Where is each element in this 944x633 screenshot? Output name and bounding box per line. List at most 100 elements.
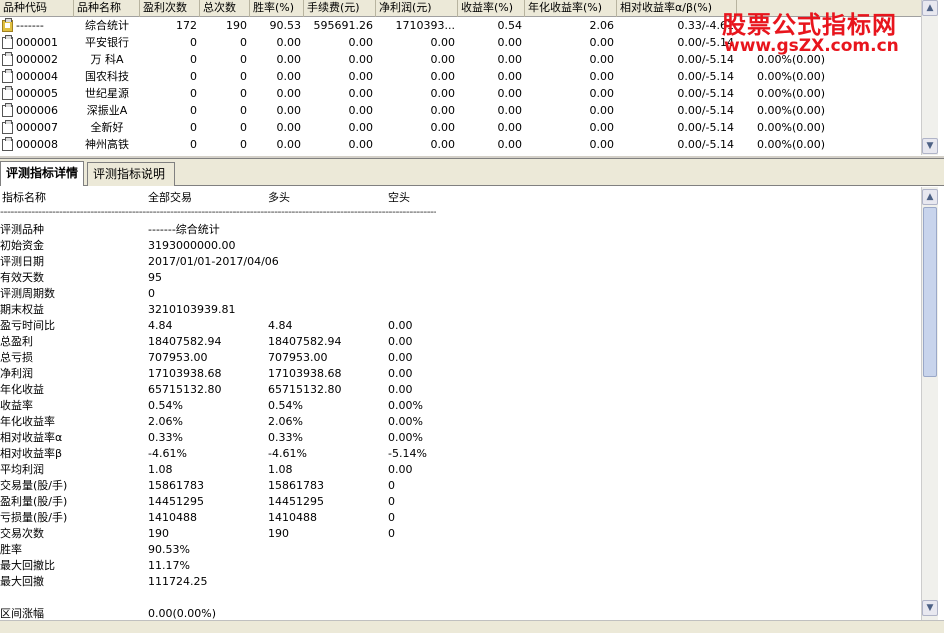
table-row[interactable]: 000008 神州高铁 0 0 0.00 0.00 0.00 0.00 0.00 0.00/-5.… [0, 136, 921, 153]
detail-short: 0.00 [388, 319, 413, 332]
cell-ret: 0.00 [497, 138, 523, 151]
table-row[interactable]: 000004 国农科技 0 0 0.00 0.00 0.00 0.00 0.00 0.00/-5.… [0, 68, 921, 85]
horizontal-scrollbar[interactable] [0, 620, 944, 633]
watermark-logo: 股票公式指标网 www.gsZX.com.cn [718, 3, 938, 61]
detail-short: 0.00 [388, 335, 413, 348]
cell-ret: 0.00 [497, 70, 523, 83]
summary-icon [2, 18, 13, 32]
column-header[interactable]: 收益率(%) [458, 0, 525, 17]
detail-name: 评测品种 [0, 223, 44, 236]
column-header[interactable]: 胜率(%) [250, 0, 304, 17]
cell-fee: 0.00 [348, 121, 374, 134]
detail-all: 65715132.80 [148, 383, 222, 396]
column-header[interactable]: 品种代码 [0, 0, 74, 17]
detail-long: 15861783 [268, 479, 324, 492]
cell-name: 全新好 [90, 121, 124, 134]
column-header[interactable]: 净利润(元) [376, 0, 458, 17]
cell-annual: 0.00 [589, 104, 615, 117]
cell-total: 0 [240, 87, 247, 100]
scroll-up-icon[interactable]: ▲ [922, 189, 938, 205]
cell-profit: 0.00 [430, 121, 456, 134]
detail-name: 亏损量(股/手) [0, 511, 68, 524]
cell-relative: 0.00/-5.14 [677, 87, 734, 100]
detail-long: 190 [268, 527, 289, 540]
cell-annual: 0.00 [589, 70, 615, 83]
cell-extra: 0.00%(0.00) [757, 87, 826, 100]
scroll-thumb[interactable] [923, 207, 937, 377]
column-header[interactable]: 盈利次数 [140, 0, 200, 17]
detail-all: 4.84 [148, 319, 173, 332]
cell-profit: 0.00 [430, 70, 456, 83]
cell-winrate: 0.00 [276, 104, 302, 117]
detail-name: 初始资金 [0, 239, 44, 252]
detail-long: 14451295 [268, 495, 324, 508]
cell-profit: 0.00 [430, 104, 456, 117]
detail-all: 11.17% [148, 559, 190, 572]
cell-fee: 595691.26 [313, 19, 374, 32]
cell-ret: 0.54 [497, 19, 523, 32]
cell-total: 0 [240, 36, 247, 49]
cell-winrate: 0.00 [276, 87, 302, 100]
table-row[interactable]: 000007 全新好 0 0 0.00 0.00 0.00 0.00 0.00 0.00/-5.1… [0, 119, 921, 136]
detail-short: 0.00 [388, 383, 413, 396]
cell-name: 平安银行 [85, 36, 129, 49]
cell-profit: 0.00 [430, 87, 456, 100]
detail-name: 期末权益 [0, 303, 44, 316]
detail-short: 0.00 [388, 351, 413, 364]
detail-long: 2.06% [268, 415, 303, 428]
cell-wins: 0 [190, 138, 197, 151]
column-header[interactable]: 年化收益率(%) [525, 0, 617, 17]
cell-ret: 0.00 [497, 36, 523, 49]
scroll-down-icon[interactable]: ▼ [922, 138, 938, 154]
tab-explanation[interactable]: 评测指标说明 [87, 162, 175, 186]
document-icon [2, 69, 13, 83]
cell-winrate: 90.53 [269, 19, 302, 32]
cell-wins: 0 [190, 53, 197, 66]
column-header[interactable]: 手续费(元) [304, 0, 376, 17]
cell-fee: 0.00 [348, 53, 374, 66]
detail-short: 0.00% [388, 415, 423, 428]
column-header[interactable]: 品种名称 [74, 0, 140, 17]
document-icon [2, 52, 13, 66]
table-row[interactable]: 000006 深振业A 0 0 0.00 0.00 0.00 0.00 0.00 0.00/-5.… [0, 102, 921, 119]
detail-panel: 指标名称 全部交易 多头 空头 ------------------------… [0, 187, 921, 620]
detail-all: 190 [148, 527, 169, 540]
cell-wins: 0 [190, 36, 197, 49]
cell-code: 000008 [16, 138, 58, 151]
tab-detail[interactable]: 评测指标详情 [0, 161, 84, 186]
detail-long: 0.54% [268, 399, 303, 412]
cell-total: 0 [240, 70, 247, 83]
detail-short: 0 [388, 527, 395, 540]
detail-all: 17103938.68 [148, 367, 222, 380]
cell-code: 000006 [16, 104, 58, 117]
cell-code: 000001 [16, 36, 58, 49]
cell-name: 神州高铁 [85, 138, 129, 151]
scroll-down-icon[interactable]: ▼ [922, 600, 938, 616]
cell-fee: 0.00 [348, 70, 374, 83]
detail-short: -5.14% [388, 447, 427, 460]
document-icon [2, 120, 13, 134]
cell-wins: 0 [190, 121, 197, 134]
cell-total: 0 [240, 104, 247, 117]
cell-wins: 0 [190, 104, 197, 117]
detail-vertical-scrollbar[interactable]: ▲ ▼ [921, 187, 938, 620]
detail-name: 区间涨幅 [0, 607, 44, 620]
detail-name: 总亏损 [0, 351, 33, 364]
cell-fee: 0.00 [348, 36, 374, 49]
column-header[interactable]: 总次数 [200, 0, 250, 17]
cell-ret: 0.00 [497, 87, 523, 100]
detail-all: 0.33% [148, 431, 183, 444]
cell-profit: 0.00 [430, 36, 456, 49]
detail-name: 盈亏时间比 [0, 319, 55, 332]
cell-annual: 0.00 [589, 121, 615, 134]
detail-all: 90.53% [148, 543, 190, 556]
table-row[interactable]: 000005 世纪星源 0 0 0.00 0.00 0.00 0.00 0.00 0.00/-5.… [0, 85, 921, 102]
detail-name: 相对收益率β [0, 447, 63, 460]
cell-profit: 0.00 [430, 138, 456, 151]
cell-relative: 0.00/-5.14 [677, 70, 734, 83]
detail-all: 1.08 [148, 463, 173, 476]
detail-all: -4.61% [148, 447, 187, 460]
detail-long: 0.33% [268, 431, 303, 444]
detail-all: 95 [148, 271, 162, 284]
detail-long: 707953.00 [268, 351, 328, 364]
